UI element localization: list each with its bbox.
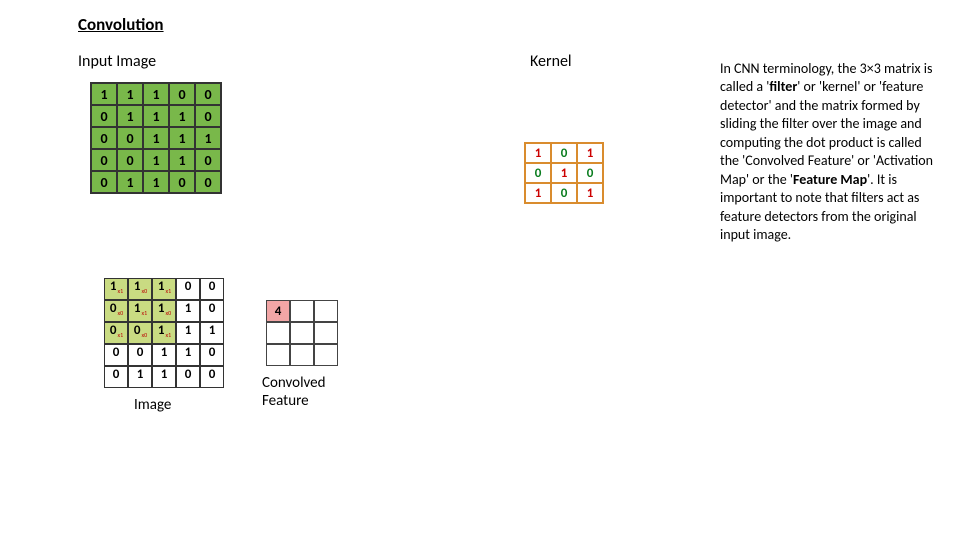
kernel-cell: 1	[525, 183, 551, 203]
kernel-cell: 1	[525, 143, 551, 163]
overlay-cell: 0x0	[128, 322, 152, 344]
kernel-subscript: x0	[117, 309, 123, 317]
input-cell: 0	[195, 105, 221, 127]
overlay-cell: 0x0	[104, 300, 128, 322]
input-image-label: Input Image	[78, 52, 156, 71]
overlay-cell: 1	[176, 300, 200, 322]
input-image-grid: 1110001110001110011001100	[90, 82, 222, 194]
convolved-label-line1: Convolved	[262, 374, 326, 392]
overlay-cell: 1x1	[104, 278, 128, 300]
section-title: Convolution	[78, 14, 164, 35]
convolved-cell	[314, 300, 338, 322]
input-cell: 0	[195, 149, 221, 171]
overlay-cell: 1	[152, 366, 176, 388]
convolved-cell	[266, 322, 290, 344]
overlay-cell: 0	[128, 344, 152, 366]
input-cell: 1	[143, 149, 169, 171]
overlay-cell: 1	[128, 366, 152, 388]
explanation-paragraph: In CNN terminology, the 3×3 matrix is ca…	[720, 60, 936, 245]
para-bold-filter: filter	[769, 78, 797, 95]
overlay-cell: 0	[176, 366, 200, 388]
kernel-subscript: x1	[117, 287, 123, 295]
kernel-cell: 1	[577, 183, 603, 203]
kernel-subscript: x1	[141, 309, 147, 317]
para-bold-featuremap: Feature Map	[793, 171, 867, 188]
overlay-cell: 0	[200, 300, 224, 322]
overlay-cell: 0	[200, 366, 224, 388]
input-cell: 1	[91, 83, 117, 105]
convolved-feature-grid: 4	[266, 300, 338, 366]
kernel-subscript: x0	[141, 331, 147, 339]
kernel-grid: 101010101	[524, 142, 604, 204]
input-cell: 0	[117, 127, 143, 149]
input-cell: 0	[169, 83, 195, 105]
overlay-cell: 1x1	[152, 278, 176, 300]
input-cell: 1	[169, 105, 195, 127]
input-cell: 1	[117, 171, 143, 193]
overlay-cell: 0	[200, 278, 224, 300]
input-cell: 1	[195, 127, 221, 149]
input-cell: 1	[169, 127, 195, 149]
overlay-cell: 0	[104, 366, 128, 388]
kernel-subscript: x0	[165, 309, 171, 317]
overlay-cell: 1	[176, 322, 200, 344]
input-cell: 0	[91, 149, 117, 171]
overlay-cell: 1x1	[128, 300, 152, 322]
input-cell: 0	[91, 105, 117, 127]
kernel-cell: 0	[551, 143, 577, 163]
input-cell: 0	[91, 171, 117, 193]
overlay-cell: 0x1	[104, 322, 128, 344]
input-cell: 0	[195, 83, 221, 105]
overlay-cell: 1	[176, 344, 200, 366]
kernel-label: Kernel	[530, 52, 572, 71]
overlay-cell: 0	[176, 278, 200, 300]
input-cell: 1	[143, 105, 169, 127]
kernel-subscript: x1	[165, 287, 171, 295]
convolved-cell	[314, 344, 338, 366]
convolved-cell	[290, 300, 314, 322]
kernel-cell: 0	[525, 163, 551, 183]
kernel-subscript: x1	[117, 331, 123, 339]
kernel-cell: 0	[577, 163, 603, 183]
convolved-label-line2: Feature	[262, 392, 309, 410]
kernel-cell: 0	[551, 183, 577, 203]
input-cell: 0	[91, 127, 117, 149]
overlay-cell: 0	[200, 344, 224, 366]
input-cell: 1	[143, 83, 169, 105]
input-cell: 0	[195, 171, 221, 193]
overlay-cell: 0	[104, 344, 128, 366]
convolved-cell	[290, 322, 314, 344]
input-cell: 1	[169, 149, 195, 171]
overlay-cell: 1x1	[152, 322, 176, 344]
input-cell: 1	[117, 105, 143, 127]
overlay-cell: 1x0	[152, 300, 176, 322]
convolved-cell	[314, 322, 338, 344]
kernel-subscript: x1	[165, 331, 171, 339]
convolved-cell	[266, 344, 290, 366]
input-cell: 1	[143, 171, 169, 193]
kernel-cell: 1	[551, 163, 577, 183]
image-overlay-label: Image	[134, 396, 171, 414]
overlay-cell: 1x0	[128, 278, 152, 300]
overlay-cell: 1	[152, 344, 176, 366]
kernel-cell: 1	[577, 143, 603, 163]
overlay-cell: 1	[200, 322, 224, 344]
input-cell: 1	[143, 127, 169, 149]
input-cell: 0	[169, 171, 195, 193]
convolved-cell: 4	[266, 300, 290, 322]
image-overlay-grid: 1x11x01x1000x01x11x0100x10x01x1110011001…	[104, 278, 224, 388]
convolved-cell	[290, 344, 314, 366]
input-cell: 1	[117, 83, 143, 105]
convolved-feature-label: Convolved Feature	[262, 374, 326, 410]
kernel-subscript: x0	[141, 287, 147, 295]
input-cell: 0	[117, 149, 143, 171]
